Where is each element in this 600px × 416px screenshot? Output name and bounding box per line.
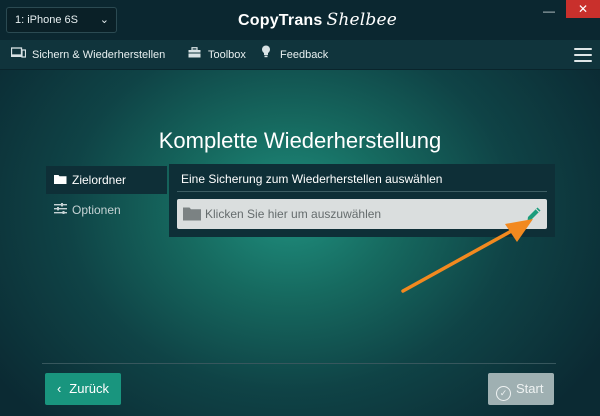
nav-item-feedback[interactable]: Feedback [258, 40, 328, 70]
back-button-label: Zurück [69, 381, 110, 396]
device-selector-label: 1: iPhone 6S [15, 14, 78, 26]
folder-icon [183, 206, 201, 221]
app-logo: CopyTrans Shelbee [238, 10, 397, 32]
sliders-icon [52, 197, 68, 225]
footer-divider [42, 363, 556, 364]
logo-script-text: Shelbee [326, 10, 397, 30]
chevron-left-icon: ‹ [56, 381, 62, 396]
panel-heading: Eine Sicherung zum Wiederherstellen ausw… [181, 172, 443, 186]
device-selector[interactable]: 1: iPhone 6S ⌄ [6, 7, 117, 33]
lightbulb-icon [258, 40, 274, 70]
nav-bar: Sichern & Wiederherstellen Toolbox Feedb… [0, 40, 600, 70]
start-button[interactable]: ✓ Start [488, 373, 554, 405]
logo-main-text: CopyTrans [238, 12, 323, 29]
sidebar-item-zielordner[interactable]: Zielordner [46, 166, 167, 194]
chevron-down-icon: ⌄ [99, 14, 109, 26]
title-bar: 1: iPhone 6S ⌄ CopyTrans Shelbee — ✕ [0, 0, 600, 40]
folder-icon [52, 167, 68, 195]
hamburger-icon[interactable] [574, 48, 592, 62]
sidebar-item-label: Optionen [72, 203, 121, 217]
sidebar-item-optionen[interactable]: Optionen [46, 196, 167, 224]
computer-phone-icon [10, 40, 26, 70]
nav-item-label: Sichern & Wiederherstellen [32, 49, 166, 61]
page-title: Komplette Wiederherstellung [158, 128, 442, 153]
file-field-placeholder: Klicken Sie hier um auszuwählen [205, 207, 382, 221]
close-button[interactable]: ✕ [566, 0, 600, 18]
start-button-label: Start [516, 381, 544, 396]
nav-item-label: Toolbox [208, 49, 246, 61]
app-window: 1: iPhone 6S ⌄ CopyTrans Shelbee — ✕ Sich… [0, 0, 600, 416]
toolbox-icon [186, 40, 202, 70]
sidebar-item-label: Zielordner [72, 173, 127, 187]
nav-item-backup-restore[interactable]: Sichern & Wiederherstellen [10, 40, 165, 70]
back-button[interactable]: ‹ Zurück [45, 373, 121, 405]
minimize-button[interactable]: — [540, 5, 558, 18]
divider [177, 191, 547, 192]
annotation-arrow-icon [401, 219, 533, 293]
check-circle-icon: ✓ [496, 386, 511, 401]
nav-item-label: Feedback [280, 49, 329, 61]
nav-item-toolbox[interactable]: Toolbox [186, 40, 246, 70]
